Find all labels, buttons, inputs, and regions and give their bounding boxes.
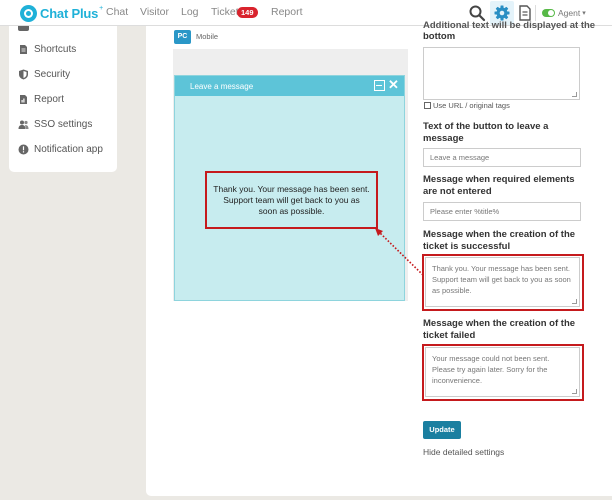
sidebar-partial-icon: [18, 26, 29, 31]
close-icon[interactable]: ✕: [388, 78, 399, 92]
failed-message-heading: Message when the creation of the ticket …: [423, 318, 576, 341]
chat-bubble-icon: [20, 5, 37, 22]
cut-off-heading-line2: bottom: [423, 31, 456, 42]
sidebar-item-label: Notification app: [34, 144, 103, 155]
resize-grip-icon[interactable]: [572, 389, 577, 394]
use-url-label: Use URL / original tags: [433, 101, 510, 110]
success-message-callout: Thank you. Your message has been sent. S…: [205, 171, 378, 229]
logo-superscript: +: [99, 5, 104, 12]
hide-detailed-settings-link[interactable]: Hide detailed settings: [423, 447, 504, 457]
nav-ticket[interactable]: Ticket: [211, 6, 239, 18]
nav-chat[interactable]: Chat: [106, 6, 128, 18]
required-message-heading: Message when required elements are not e…: [423, 174, 575, 197]
agent-status-toggle[interactable]: [542, 9, 555, 17]
shield-icon: [19, 69, 28, 80]
mobile-preview-tab[interactable]: Mobile: [196, 32, 218, 41]
required-message-input[interactable]: Please enter %title%: [423, 202, 581, 221]
sidebar-item-report[interactable]: Report: [18, 94, 64, 105]
update-button[interactable]: Update: [423, 421, 461, 439]
sidebar-item-shortcuts[interactable]: Shortcuts: [18, 44, 76, 55]
ticket-count-badge: 149: [237, 7, 258, 18]
nav-report[interactable]: Report: [271, 6, 303, 18]
pc-preview-tab[interactable]: PC: [174, 30, 191, 44]
minimize-icon[interactable]: [374, 80, 385, 91]
use-url-checkbox[interactable]: [424, 102, 431, 109]
widget-header: Leave a message ✕: [175, 76, 404, 96]
logo-text: Chat Plus: [40, 6, 99, 21]
sidebar-item-security[interactable]: Security: [18, 69, 70, 80]
additional-text-textarea[interactable]: [423, 47, 580, 100]
button-text-input[interactable]: Leave a message: [423, 148, 581, 167]
sidebar-item-label: Report: [34, 94, 65, 105]
info-icon: [18, 144, 29, 155]
report-icon: [20, 95, 27, 104]
success-message-heading: Message when the creation of the ticket …: [423, 229, 576, 252]
caret-down-icon: ▾: [582, 10, 586, 17]
nav-visitor[interactable]: Visitor: [140, 6, 169, 18]
dotted-arrow-connector: [375, 228, 424, 276]
topbar-divider: [535, 5, 536, 21]
failed-message-textarea[interactable]: Your message could not been sent. Please…: [425, 347, 580, 397]
settings-sidebar: Shortcuts Security Report SSO settings N…: [9, 26, 117, 172]
sidebar-item-label: Shortcuts: [34, 44, 77, 55]
resize-grip-icon[interactable]: [572, 299, 577, 304]
chat-plus-logo[interactable]: Chat Plus +: [20, 5, 103, 22]
success-message-textarea[interactable]: Thank you. Your message has been sent. S…: [425, 257, 580, 307]
nav-log[interactable]: Log: [181, 6, 199, 18]
widget-title: Leave a message: [190, 82, 254, 91]
success-message-text: Thank you. Your message has been sent. S…: [432, 264, 571, 295]
resize-grip-icon[interactable]: [572, 92, 577, 97]
users-icon: [18, 120, 29, 129]
agent-label: Agent: [558, 8, 581, 18]
sidebar-item-label: Security: [34, 69, 71, 80]
agent-status-dropdown[interactable]: Agent ▾: [542, 8, 586, 18]
sidebar-item-sso-settings[interactable]: SSO settings: [18, 119, 92, 130]
failed-message-text: Your message could not been sent. Please…: [432, 354, 550, 385]
file-icon: [20, 45, 27, 54]
button-text-heading: Text of the button to leave a message: [423, 121, 549, 144]
sidebar-item-label: SSO settings: [34, 119, 93, 130]
sidebar-item-notification-app[interactable]: Notification app: [18, 144, 103, 155]
